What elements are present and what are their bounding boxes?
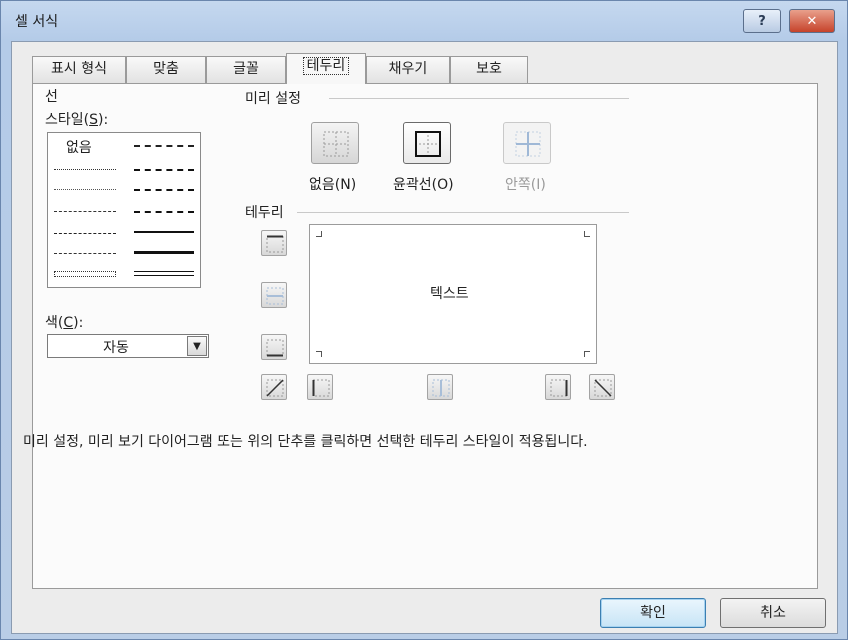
border-right-button[interactable] (545, 374, 571, 400)
ok-button[interactable]: 확인 (600, 598, 706, 628)
border-left-icon (312, 379, 330, 397)
border-left-button[interactable] (307, 374, 333, 400)
line-style-thick[interactable] (134, 251, 194, 254)
color-value: 자동 (103, 340, 129, 356)
preset-outline-button[interactable] (403, 122, 451, 164)
border-none-icon (323, 131, 349, 157)
line-style-double[interactable] (134, 271, 194, 276)
color-label: 색(C): (45, 315, 84, 331)
line-style-medium-dash-dot-dot[interactable] (134, 145, 194, 147)
line-group-title: 선 (45, 89, 58, 105)
dialog-body: 표시 형식 맞춤 글꼴 테두리 채우기 보호 선 스타일(S): 없음 색(C)… (11, 41, 838, 634)
preview-corner-mark (584, 231, 590, 237)
preview-corner-mark (316, 351, 322, 357)
instruction-text: 미리 설정, 미리 보기 다이어그램 또는 위의 단추를 클릭하면 선택한 테두… (23, 434, 588, 450)
cancel-button[interactable]: 취소 (720, 598, 826, 628)
border-group-title: 테두리 (245, 205, 284, 221)
title-bar[interactable]: 셀 서식 ? ✕ (1, 1, 847, 41)
border-diagonal-up-button[interactable] (261, 374, 287, 400)
color-dropdown[interactable]: 자동 ▼ (47, 334, 209, 358)
border-divider (297, 212, 629, 213)
preset-inside-label: 안쪽(I) (505, 177, 546, 193)
line-style-dotted[interactable] (54, 189, 116, 190)
border-inside-horizontal-icon (266, 287, 284, 305)
line-style-hair[interactable] (54, 169, 116, 170)
line-style-dash-dot-dot[interactable] (54, 211, 116, 212)
tab-fill[interactable]: 채우기 (366, 56, 450, 83)
border-inside-icon (515, 131, 541, 157)
tab-protection[interactable]: 보호 (450, 56, 528, 83)
preview-corner-mark (316, 231, 322, 237)
presets-divider (329, 98, 629, 99)
border-preview-diagram[interactable]: 텍스트 (309, 224, 597, 364)
line-style-slanted-dash-dot[interactable] (134, 169, 194, 171)
border-inside-vertical-icon (432, 379, 450, 397)
preset-inside-button[interactable] (503, 122, 551, 164)
line-style-selected-thin[interactable] (54, 271, 116, 277)
border-top-button[interactable] (261, 230, 287, 256)
border-diagonal-down-icon (594, 379, 612, 397)
tab-alignment[interactable]: 맞춤 (126, 56, 206, 83)
dropdown-arrow-button[interactable]: ▼ (187, 336, 207, 356)
border-outline-icon (415, 131, 441, 157)
border-top-icon (266, 235, 284, 253)
preset-none-label: 없음(N) (309, 177, 357, 193)
line-style-dashed[interactable] (54, 253, 116, 254)
border-bottom-icon (266, 339, 284, 357)
preset-none-button[interactable] (311, 122, 359, 164)
line-style-medium-dash-dot[interactable] (134, 189, 194, 191)
border-diagonal-down-button[interactable] (589, 374, 615, 400)
line-style-list[interactable]: 없음 (47, 132, 201, 288)
line-style-medium[interactable] (134, 231, 194, 233)
line-style-none[interactable]: 없음 (66, 137, 92, 157)
close-icon: ✕ (806, 13, 818, 29)
tab-font[interactable]: 글꼴 (206, 56, 286, 83)
border-bottom-button[interactable] (261, 334, 287, 360)
preview-text: 텍스트 (430, 286, 469, 302)
preview-corner-mark (584, 351, 590, 357)
line-style-dash-dot[interactable] (54, 233, 116, 234)
help-button[interactable]: ? (743, 9, 781, 33)
help-icon: ? (758, 13, 766, 29)
border-tab-panel: 선 스타일(S): 없음 색(C): 자동 ▼ 미리 설정 없음(N) 윤곽선(… (23, 83, 818, 589)
border-right-icon (550, 379, 568, 397)
preset-outline-label: 윤곽선(O) (393, 177, 454, 193)
line-style-medium-dashed[interactable] (134, 211, 194, 213)
border-middle-horizontal-button[interactable] (261, 282, 287, 308)
tab-border[interactable]: 테두리 (286, 53, 366, 84)
tab-number-format[interactable]: 표시 형식 (32, 56, 126, 83)
close-button[interactable]: ✕ (789, 9, 835, 33)
dialog-title: 셀 서식 (15, 14, 59, 30)
style-label: 스타일(S): (45, 112, 109, 128)
format-cells-dialog: 셀 서식 ? ✕ 표시 형식 맞춤 글꼴 테두리 채우기 보호 선 스타일(S)… (0, 0, 848, 640)
chevron-down-icon: ▼ (193, 340, 201, 352)
presets-group-title: 미리 설정 (245, 91, 301, 107)
border-diagonal-up-icon (266, 379, 284, 397)
border-middle-vertical-button[interactable] (427, 374, 453, 400)
